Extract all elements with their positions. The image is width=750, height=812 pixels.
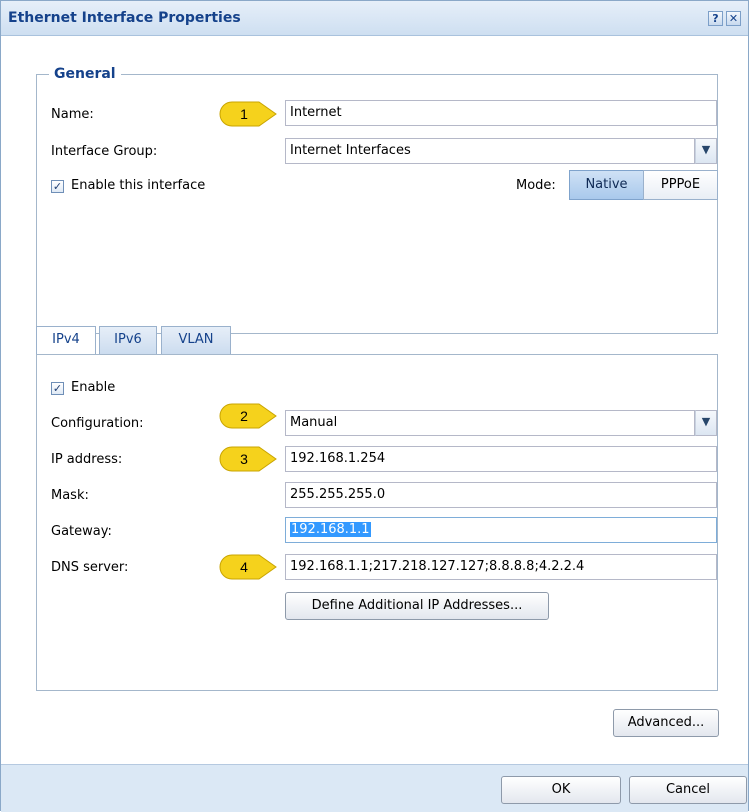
help-icon[interactable]: ? — [708, 11, 723, 26]
interface-group-label: Interface Group: — [51, 144, 158, 159]
tab-vlan[interactable]: VLAN — [161, 326, 231, 354]
ipv4-enable-checkbox[interactable]: ✓ — [51, 382, 64, 395]
mode-native-button[interactable]: Native — [569, 170, 644, 200]
gateway-selected-text: 192.168.1.1 — [290, 522, 371, 537]
close-icon[interactable]: ✕ — [726, 11, 741, 26]
callout-3-icon: 3 — [219, 446, 277, 472]
ipv4-enable-label: Enable — [71, 380, 116, 395]
ip-address-input[interactable]: 192.168.1.254 — [285, 446, 717, 472]
ok-button[interactable]: OK — [501, 776, 621, 804]
define-additional-ip-button[interactable]: Define Additional IP Addresses... — [285, 592, 549, 620]
gateway-input[interactable]: 192.168.1.1 — [285, 517, 717, 543]
tab-ipv6[interactable]: IPv6 — [99, 326, 157, 354]
enable-interface-checkbox[interactable]: ✓ — [51, 180, 64, 193]
ip-address-label: IP address: — [51, 452, 123, 467]
callout-2-number: 2 — [240, 408, 248, 424]
dns-server-input[interactable]: 192.168.1.1;217.218.127.127;8.8.8.8;4.2.… — [285, 554, 717, 580]
mode-label: Mode: — [516, 178, 556, 193]
interface-group-select[interactable]: Internet Interfaces — [285, 138, 695, 164]
callout-2-icon: 2 — [219, 403, 277, 429]
callout-1-icon: 1 — [219, 101, 277, 127]
title-bar[interactable]: Ethernet Interface Properties ? ✕ — [1, 1, 748, 36]
mode-pppoe-button[interactable]: PPPoE — [643, 170, 718, 200]
configuration-select[interactable]: Manual — [285, 410, 695, 436]
gateway-label: Gateway: — [51, 524, 112, 539]
mask-label: Mask: — [51, 488, 89, 503]
chevron-down-icon[interactable]: ▼ — [695, 138, 717, 164]
name-label: Name: — [51, 107, 94, 122]
tab-ipv4[interactable]: IPv4 — [36, 326, 96, 356]
dns-server-label: DNS server: — [51, 560, 129, 575]
ethernet-properties-dialog: Ethernet Interface Properties ? ✕ Genera… — [0, 0, 749, 812]
name-input[interactable]: Internet — [285, 100, 717, 126]
callout-1-number: 1 — [240, 106, 248, 122]
cancel-button[interactable]: Cancel — [629, 776, 747, 804]
callout-4-number: 4 — [240, 559, 248, 575]
dialog-body: General Name: 1 Internet Interface Group… — [1, 36, 748, 812]
callout-3-number: 3 — [240, 451, 248, 467]
dialog-title: Ethernet Interface Properties — [8, 10, 241, 26]
configuration-label: Configuration: — [51, 416, 144, 431]
mask-input[interactable]: 255.255.255.0 — [285, 482, 717, 508]
advanced-button[interactable]: Advanced... — [613, 709, 719, 737]
callout-4-icon: 4 — [219, 554, 277, 580]
chevron-down-icon[interactable]: ▼ — [695, 410, 717, 436]
enable-interface-label: Enable this interface — [71, 178, 206, 193]
general-legend: General — [54, 66, 116, 82]
